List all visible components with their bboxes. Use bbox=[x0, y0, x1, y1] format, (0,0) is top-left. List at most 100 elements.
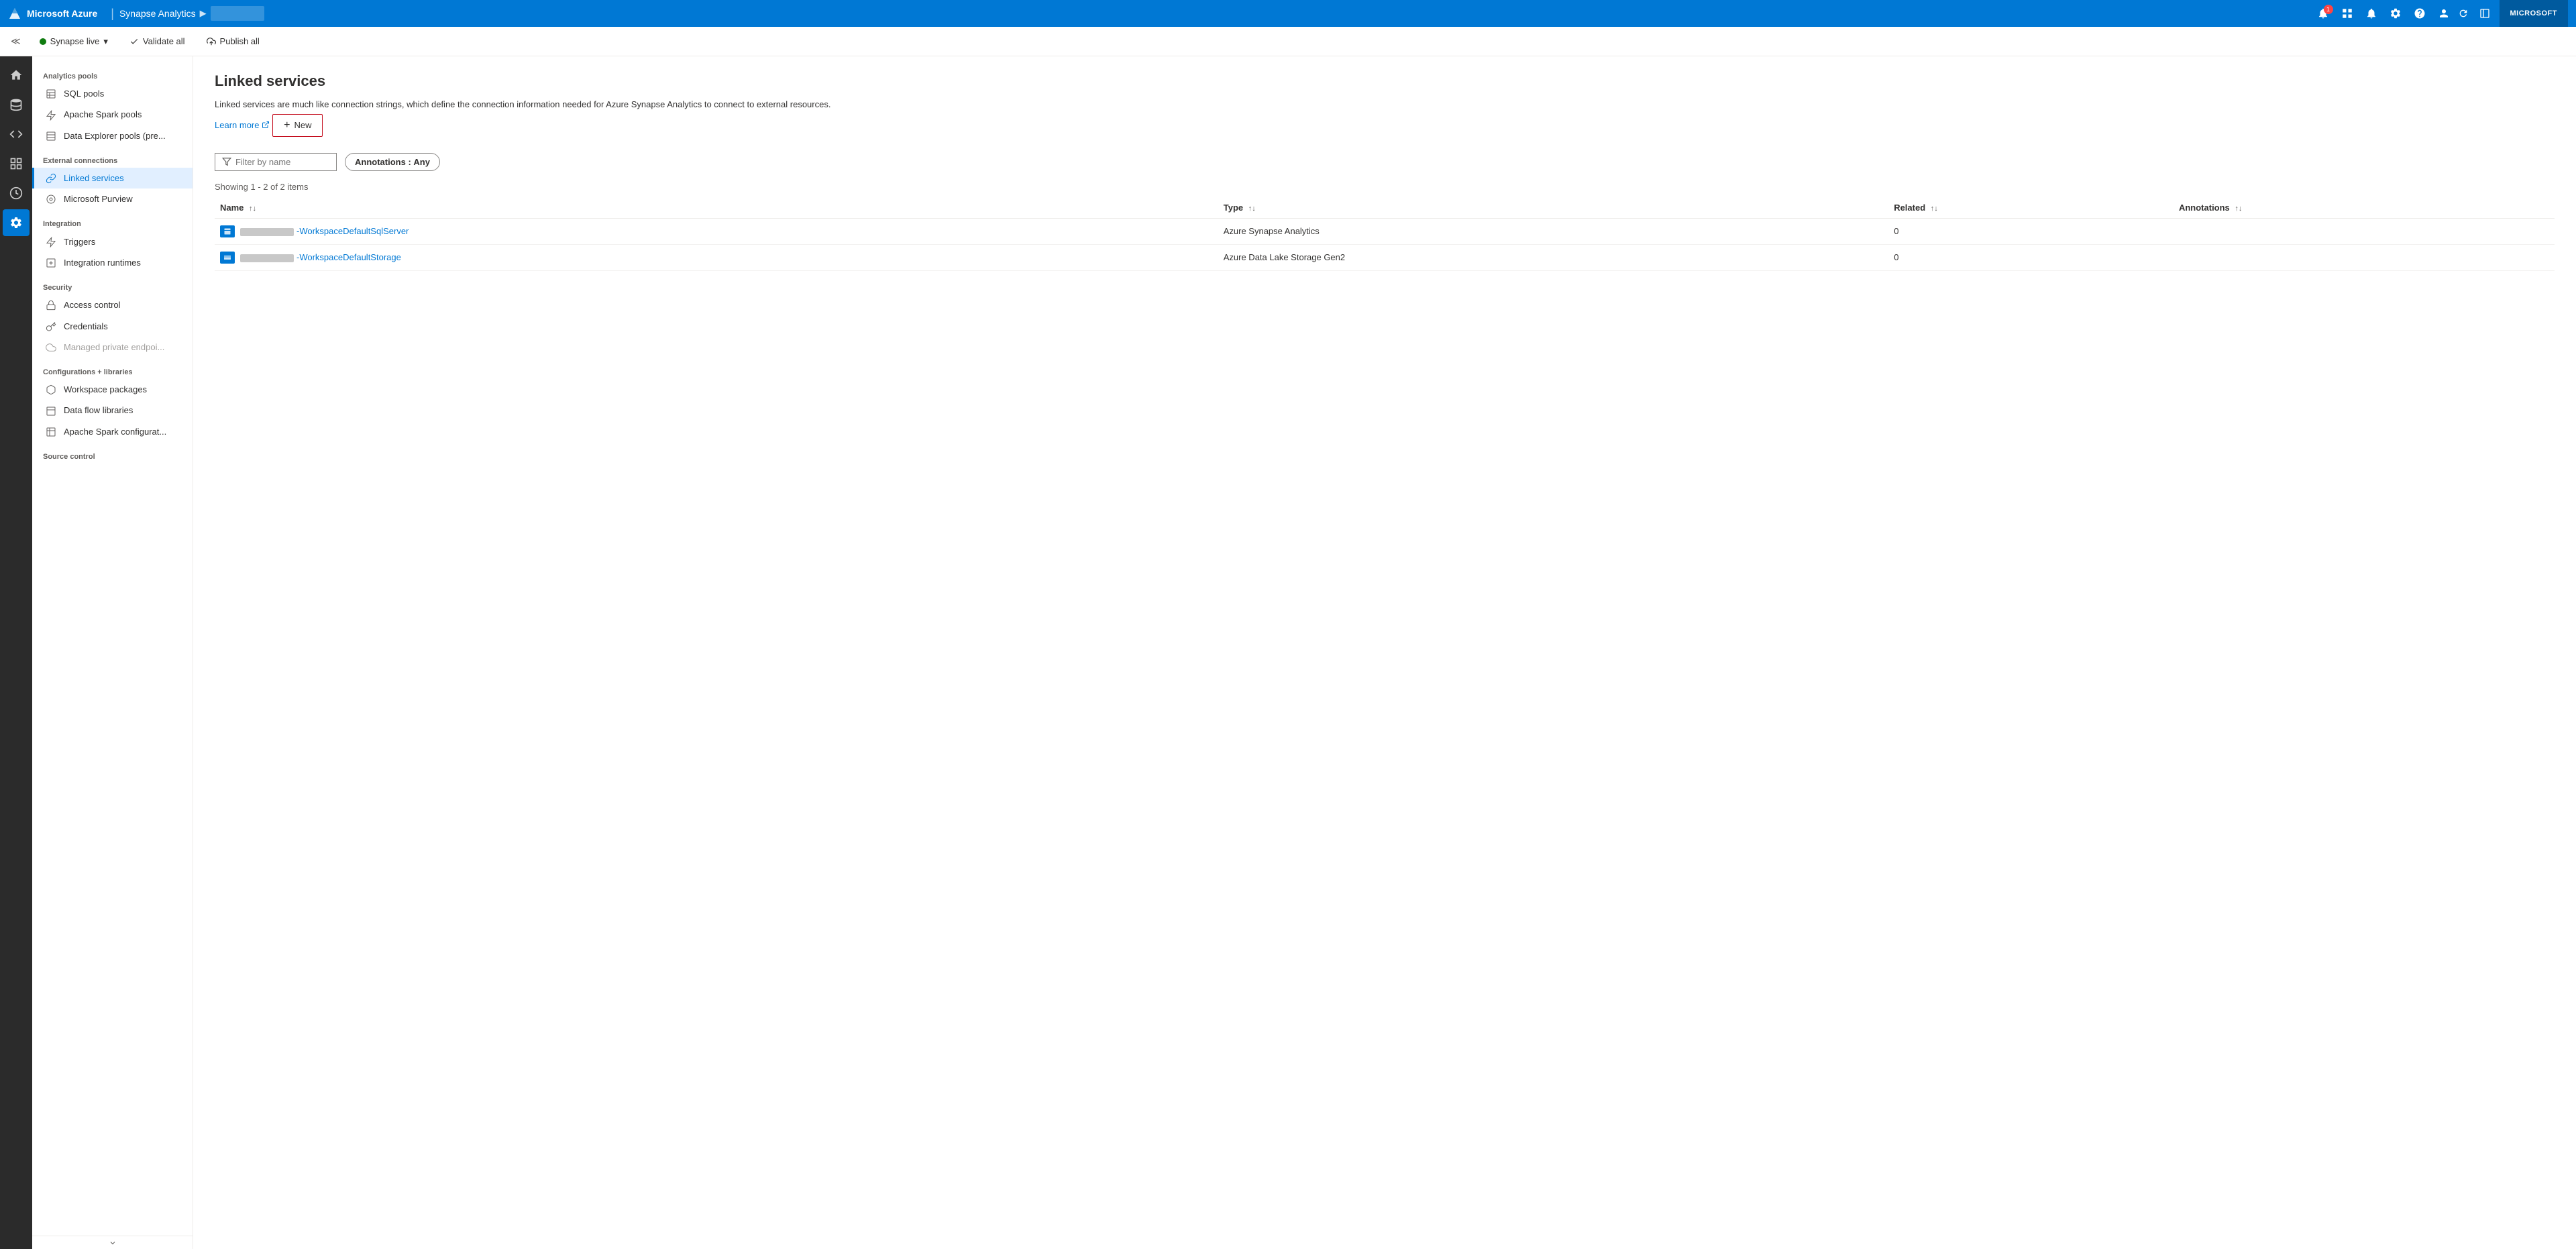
cell-type-2: Azure Data Lake Storage Gen2 bbox=[1218, 244, 1888, 270]
sidebar-icon-manage[interactable] bbox=[3, 209, 30, 236]
sidebar-item-sql-pools[interactable]: SQL pools bbox=[32, 83, 193, 104]
section-header-security: Security bbox=[32, 273, 193, 294]
sidebar-item-label: SQL pools bbox=[64, 89, 104, 99]
validate-icon bbox=[129, 37, 139, 46]
service-name-link-2[interactable]: -WorkspaceDefaultStorage bbox=[240, 252, 401, 262]
col-header-type[interactable]: Type ↑↓ bbox=[1218, 197, 1888, 219]
plus-icon: + bbox=[284, 119, 290, 131]
cell-name-1: -WorkspaceDefaultSqlServer bbox=[215, 218, 1218, 244]
sql-pools-icon bbox=[45, 88, 57, 99]
sidebar-item-access-control[interactable]: Access control bbox=[32, 294, 193, 315]
service-name-link-1[interactable]: -WorkspaceDefaultSqlServer bbox=[240, 226, 409, 236]
nav-sidebar: Analytics pools SQL pools Apache Spark p… bbox=[32, 56, 193, 1249]
sidebar-item-apache-spark-config[interactable]: Apache Spark configurat... bbox=[32, 421, 193, 442]
app-layout: Analytics pools SQL pools Apache Spark p… bbox=[0, 56, 2576, 1249]
sidebar-item-microsoft-purview[interactable]: Microsoft Purview bbox=[32, 188, 193, 209]
publish-all-button[interactable]: Publish all bbox=[201, 34, 265, 49]
linked-services-icon bbox=[45, 172, 57, 184]
sidebar-item-linked-services[interactable]: Linked services bbox=[32, 168, 193, 188]
section-header-integration: Integration bbox=[32, 209, 193, 231]
sidebar-item-apache-spark[interactable]: Apache Spark pools bbox=[32, 104, 193, 125]
sidebar-item-data-flow-libraries[interactable]: Data flow libraries bbox=[32, 400, 193, 421]
section-header-external: External connections bbox=[32, 146, 193, 168]
annotations-filter-button[interactable]: Annotations : Any bbox=[345, 153, 440, 171]
sidebar-icon-data[interactable] bbox=[3, 91, 30, 118]
new-button[interactable]: + New bbox=[272, 114, 323, 137]
scroll-down-indicator[interactable] bbox=[32, 1236, 193, 1249]
col-header-related[interactable]: Related ↑↓ bbox=[1888, 197, 2174, 219]
table-header-row: Name ↑↓ Type ↑↓ Related ↑↓ Annotations ↑… bbox=[215, 197, 2555, 219]
sidebar-item-label: Managed private endpoi... bbox=[64, 342, 164, 352]
publish-label: Publish all bbox=[220, 36, 260, 46]
purview-icon bbox=[45, 193, 57, 205]
managed-private-icon bbox=[45, 341, 57, 353]
apache-spark-config-icon bbox=[45, 426, 57, 437]
synapse-live-button[interactable]: Synapse live ▾ bbox=[34, 34, 113, 50]
app-name: Microsoft Azure bbox=[27, 8, 97, 19]
header-arrow: ▶ bbox=[200, 8, 207, 19]
sidebar-item-workspace-packages[interactable]: Workspace packages bbox=[32, 379, 193, 400]
sort-related-icon: ↑↓ bbox=[1931, 205, 1938, 213]
sidebar-item-data-explorer[interactable]: Data Explorer pools (pre... bbox=[32, 125, 193, 146]
header-separator: | bbox=[111, 7, 114, 21]
settings-button[interactable] bbox=[2385, 5, 2406, 22]
sort-annotations-icon: ↑↓ bbox=[2235, 205, 2242, 213]
filter-icon bbox=[222, 157, 231, 166]
learn-more-link[interactable]: Learn more bbox=[215, 120, 270, 130]
annotations-value: Any bbox=[413, 157, 430, 167]
synapse-live-label: Synapse live bbox=[50, 36, 100, 46]
collapse-sidebar-button[interactable]: ≪ bbox=[8, 33, 23, 50]
cell-name-2: -WorkspaceDefaultStorage bbox=[215, 244, 1218, 270]
help-button[interactable] bbox=[2410, 5, 2430, 22]
sql-service-icon bbox=[220, 225, 235, 237]
data-flow-icon bbox=[45, 404, 57, 416]
notification-button[interactable]: 1 bbox=[2313, 5, 2333, 22]
col-header-name[interactable]: Name ↑↓ bbox=[215, 197, 1218, 219]
sidebar-icon-integrate[interactable] bbox=[3, 150, 30, 177]
external-link-icon bbox=[262, 121, 270, 129]
notification-badge: 1 bbox=[2324, 5, 2333, 14]
grid-button[interactable] bbox=[2337, 5, 2357, 22]
alerts-button[interactable] bbox=[2361, 5, 2381, 22]
access-control-icon bbox=[45, 299, 57, 311]
name-placeholder-2 bbox=[240, 254, 294, 262]
sidebar-icon-develop[interactable] bbox=[3, 121, 30, 148]
workspace-packages-icon bbox=[45, 384, 57, 395]
sidebar-item-integration-runtimes[interactable]: Integration runtimes bbox=[32, 252, 193, 273]
section-header-source: Source control bbox=[32, 442, 193, 464]
cell-related-1: 0 bbox=[1888, 218, 2174, 244]
sort-type-icon: ↑↓ bbox=[1248, 205, 1256, 213]
icon-sidebar bbox=[0, 56, 32, 1249]
azure-logo-icon bbox=[8, 7, 21, 20]
filter-input-wrap[interactable] bbox=[215, 153, 337, 171]
refresh-button[interactable] bbox=[2454, 5, 2473, 21]
filter-row: Annotations : Any bbox=[215, 153, 2555, 171]
filter-input[interactable] bbox=[235, 157, 329, 167]
panel-button[interactable] bbox=[2475, 5, 2494, 21]
page-title: Linked services bbox=[215, 72, 2555, 90]
data-explorer-icon bbox=[45, 130, 57, 142]
account-button[interactable] bbox=[2434, 5, 2454, 22]
sidebar-item-label: Integration runtimes bbox=[64, 258, 141, 268]
user-section: MICROSOFT bbox=[2500, 0, 2569, 27]
product-name: Synapse Analytics bbox=[119, 8, 196, 19]
col-header-annotations[interactable]: Annotations ↑↓ bbox=[2174, 197, 2555, 219]
sidebar-item-managed-private: Managed private endpoi... bbox=[32, 337, 193, 358]
sidebar-icon-home[interactable] bbox=[3, 62, 30, 89]
chevron-down-icon: ▾ bbox=[103, 36, 108, 47]
sidebar-item-label: Apache Spark pools bbox=[64, 109, 142, 119]
workspace-selector[interactable] bbox=[211, 6, 264, 21]
linked-services-table: Name ↑↓ Type ↑↓ Related ↑↓ Annotations ↑… bbox=[215, 197, 2555, 271]
sidebar-item-triggers[interactable]: Triggers bbox=[32, 231, 193, 252]
sidebar-item-credentials[interactable]: Credentials bbox=[32, 315, 193, 336]
user-label: MICROSOFT bbox=[2510, 9, 2558, 17]
sidebar-icon-monitor[interactable] bbox=[3, 180, 30, 207]
second-toolbar: ≪ Synapse live ▾ Validate all Publish al… bbox=[0, 27, 2576, 56]
cell-annotations-1 bbox=[2174, 218, 2555, 244]
cell-type-1: Azure Synapse Analytics bbox=[1218, 218, 1888, 244]
sidebar-item-label: Data flow libraries bbox=[64, 405, 133, 415]
storage-service-icon bbox=[220, 252, 235, 264]
sidebar-item-label: Data Explorer pools (pre... bbox=[64, 131, 166, 141]
table-row: -WorkspaceDefaultStorage Azure Data Lake… bbox=[215, 244, 2555, 270]
validate-all-button[interactable]: Validate all bbox=[124, 34, 191, 49]
